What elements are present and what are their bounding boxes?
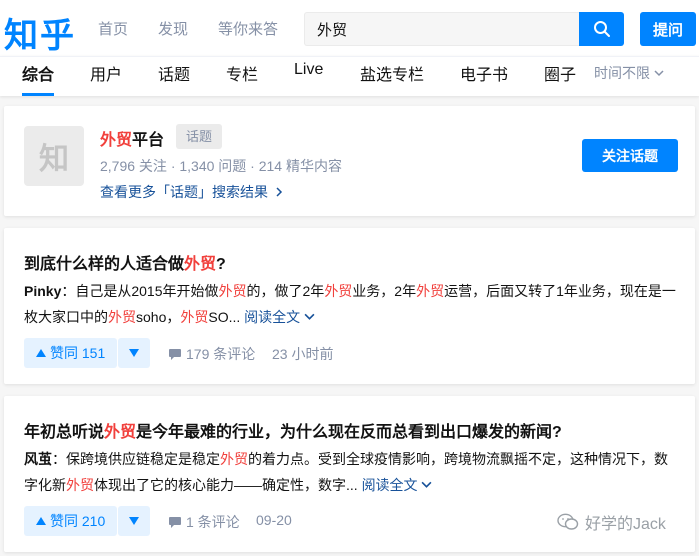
answer-time: 23 小时前 (272, 346, 334, 362)
watermark: 好学的Jack (557, 510, 666, 534)
chevron-right-icon (276, 187, 282, 197)
time-filter-dropdown[interactable]: 时间不限 (594, 63, 664, 83)
excerpt-text: 的，做了2年 (246, 283, 325, 299)
chevron-down-icon (304, 313, 315, 320)
title-highlight: 外贸 (184, 256, 217, 273)
tab-topics[interactable]: 话题 (158, 61, 190, 85)
excerpt-text: SO... (208, 309, 241, 325)
nav-explore[interactable]: 发现 (158, 18, 188, 39)
tab-salt-columns[interactable]: 盐选专栏 (360, 61, 424, 85)
tab-ebooks[interactable]: 电子书 (460, 61, 508, 85)
excerpt-highlight: 外贸 (108, 309, 136, 325)
upvote-button[interactable]: 赞同 151 (24, 338, 118, 368)
triangle-up-icon (36, 349, 46, 357)
excerpt-highlight: 外贸 (180, 309, 209, 325)
excerpt-highlight: 外贸 (66, 477, 94, 493)
comments-button[interactable]: 179 条评论 (168, 344, 255, 364)
excerpt-text: 体现出了它的核心能力——确定性，数字... (94, 477, 358, 493)
title-text: 年初总听说 (24, 424, 105, 441)
time-filter-label: 时间不限 (594, 65, 650, 81)
search-button[interactable] (579, 12, 624, 46)
excerpt-highlight: 外贸 (324, 283, 353, 299)
title-text: 是今年最难的行业，为什么现在反而总看到出口爆发的新闻? (136, 424, 562, 441)
answer-excerpt[interactable]: Pinky：自己是从2015年开始做外贸的，做了2年外贸业务，2年外贸运营，后面… (24, 278, 676, 330)
upvote-button[interactable]: 赞同 210 (24, 506, 118, 536)
answer-excerpt[interactable]: 风茧：保跨境供应链稳定是稳定外贸的着力点。受到全球疫情影响，跨境物流飘摇不定，这… (24, 446, 676, 498)
active-tab-indicator (22, 93, 54, 96)
answer-card: 到底什么样的人适合做外贸? Pinky：自己是从2015年开始做外贸的，做了2年… (4, 228, 695, 384)
topic-tag-badge: 话题 (176, 124, 223, 149)
chevron-down-icon (421, 481, 432, 488)
topic-name-highlight: 外贸 (100, 132, 133, 149)
search-type-tabs: 综合 用户 话题 专栏 Live 盐选专栏 电子书 圈子 时间不限 (0, 56, 699, 96)
answer-time: 09-20 (256, 512, 292, 528)
author-name[interactable]: Pinky (24, 283, 61, 299)
excerpt-text: 业务，2年 (352, 283, 417, 299)
downvote-button[interactable] (118, 506, 150, 536)
top-nav: 首页 发现 等你来答 (98, 18, 278, 39)
tab-columns[interactable]: 专栏 (226, 61, 258, 85)
read-more-label: 阅读全文 (244, 309, 301, 325)
search-icon (593, 21, 610, 37)
title-highlight: 外贸 (104, 424, 137, 441)
read-more-link[interactable]: 阅读全文 (244, 309, 315, 325)
top-header: 知乎 首页 发现 等你来答 提问 (0, 0, 699, 56)
downvote-button[interactable] (118, 338, 150, 368)
follow-topic-button[interactable]: 关注话题 (582, 139, 678, 172)
comment-icon (169, 517, 181, 528)
comment-count: 1 条评论 (186, 514, 240, 530)
title-text: 到底什么样的人适合做 (24, 256, 185, 273)
excerpt-text: ：自己是从2015年开始做 (61, 283, 219, 299)
topic-name[interactable]: 外贸平台 (100, 126, 164, 150)
zhihu-logo[interactable]: 知乎 (4, 8, 76, 57)
triangle-up-icon (36, 517, 46, 525)
comment-count: 179 条评论 (186, 346, 256, 362)
triangle-down-icon (129, 517, 139, 525)
answer-title[interactable]: 年初总听说外贸是今年最难的行业，为什么现在反而总看到出口爆发的新闻? (24, 418, 562, 442)
excerpt-text: ：保跨境供应链稳定是稳定 (52, 451, 220, 467)
nav-home[interactable]: 首页 (98, 18, 128, 39)
excerpt-highlight: 外贸 (218, 283, 247, 299)
tab-circles[interactable]: 圈子 (544, 61, 576, 85)
wechat-icon (557, 513, 579, 530)
nav-waiting-answers[interactable]: 等你来答 (218, 18, 278, 39)
comment-icon (169, 349, 181, 360)
tab-comprehensive[interactable]: 综合 (22, 61, 54, 85)
topic-more-link[interactable]: 查看更多「话题」搜索结果 (100, 182, 284, 202)
excerpt-highlight: 外贸 (416, 283, 445, 299)
vote-count: 赞同 210 (50, 513, 106, 529)
read-more-label: 阅读全文 (361, 477, 418, 493)
topic-stats: 2,796 关注 · 1,340 问题 · 214 精华内容 (100, 158, 342, 174)
chevron-down-icon (654, 70, 664, 77)
topic-avatar[interactable]: 知 (24, 126, 84, 186)
search-input[interactable] (304, 12, 579, 46)
ask-question-button[interactable]: 提问 (640, 12, 696, 46)
topic-name-rest: 平台 (132, 132, 165, 149)
search-box (304, 12, 624, 46)
vote-count: 赞同 151 (50, 345, 106, 361)
tab-users[interactable]: 用户 (90, 61, 122, 85)
author-name[interactable]: 风茧 (24, 451, 52, 467)
triangle-down-icon (129, 349, 139, 357)
watermark-text: 好学的Jack (585, 516, 666, 533)
title-text: ? (216, 256, 226, 273)
topic-card: 知 外贸平台 话题 2,796 关注 · 1,340 问题 · 214 精华内容… (4, 106, 695, 216)
read-more-link[interactable]: 阅读全文 (362, 477, 433, 493)
answer-title[interactable]: 到底什么样的人适合做外贸? (24, 250, 226, 274)
excerpt-highlight: 外贸 (220, 451, 248, 467)
comments-button[interactable]: 1 条评论 (168, 512, 240, 532)
topic-more-label: 查看更多「话题」搜索结果 (100, 184, 268, 200)
tab-live[interactable]: Live (294, 61, 323, 79)
excerpt-text: soho， (136, 309, 181, 325)
